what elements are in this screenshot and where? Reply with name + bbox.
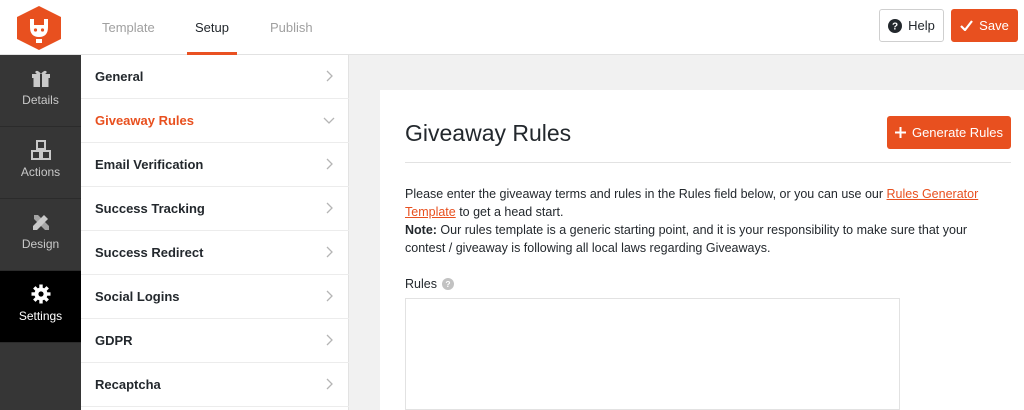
design-tools-icon <box>32 215 49 230</box>
checkmark-icon <box>960 20 974 31</box>
nav-actions-label: Actions <box>20 165 61 179</box>
left-nav: Details Actions Design Settings <box>0 55 81 410</box>
settings-item-success-tracking[interactable]: Success Tracking <box>81 187 349 231</box>
nav-actions[interactable]: Actions <box>0 127 81 199</box>
chevron-right-icon <box>326 334 333 346</box>
chevron-right-icon <box>326 158 333 170</box>
gear-icon <box>31 284 50 304</box>
rules-label-row: Rules ? <box>405 277 454 291</box>
rules-textarea[interactable] <box>405 298 900 410</box>
settings-item-general[interactable]: General <box>81 55 349 99</box>
divider <box>405 162 1011 163</box>
save-button[interactable]: Save <box>951 9 1018 42</box>
gift-icon <box>31 70 50 87</box>
settings-item-label: Giveaway Rules <box>95 113 194 128</box>
help-label: Help <box>908 18 935 33</box>
nav-design-label: Design <box>21 237 60 251</box>
settings-item-label: Social Logins <box>95 289 180 304</box>
settings-menu: General Giveaway Rules Email Verificatio… <box>81 55 349 410</box>
description-text-end: to get a head start. <box>455 205 564 219</box>
page-title: Giveaway Rules <box>405 120 572 146</box>
tab-setup[interactable]: Setup <box>187 0 237 55</box>
settings-item-social-logins[interactable]: Social Logins <box>81 275 349 319</box>
settings-item-label: Recaptcha <box>95 377 161 392</box>
save-label: Save <box>979 18 1009 33</box>
nav-details[interactable]: Details <box>0 55 81 127</box>
chevron-right-icon <box>326 70 333 82</box>
rafflepress-logo-icon[interactable] <box>14 5 64 51</box>
settings-item-label: Success Redirect <box>95 245 204 260</box>
question-circle-icon[interactable]: ? <box>441 278 454 290</box>
rules-label: Rules <box>405 277 437 291</box>
svg-text:?: ? <box>445 279 450 289</box>
question-circle-icon: ? <box>888 18 903 33</box>
settings-item-gdpr[interactable]: GDPR <box>81 319 349 363</box>
chevron-right-icon <box>326 378 333 390</box>
settings-item-email-verification[interactable]: Email Verification <box>81 143 349 187</box>
nav-design[interactable]: Design <box>0 199 81 271</box>
tab-publish[interactable]: Publish <box>270 0 313 55</box>
settings-item-label: Email Verification <box>95 157 204 172</box>
settings-item-success-redirect[interactable]: Success Redirect <box>81 231 349 275</box>
description-text: Please enter the giveaway terms and rule… <box>405 187 887 201</box>
nav-settings[interactable]: Settings <box>0 271 81 343</box>
chevron-right-icon <box>326 202 333 214</box>
boxes-icon <box>30 140 51 160</box>
settings-item-giveaway-rules[interactable]: Giveaway Rules <box>81 99 349 143</box>
chevron-down-icon <box>323 117 335 124</box>
nav-settings-label: Settings <box>18 309 63 323</box>
chevron-right-icon <box>326 246 333 258</box>
note-label: Note: <box>405 223 437 237</box>
main-panel: Giveaway Rules Generate Rules Please ent… <box>380 90 1024 410</box>
settings-item-recaptcha[interactable]: Recaptcha <box>81 363 349 407</box>
nav-details-label: Details <box>22 93 59 107</box>
generate-rules-label: Generate Rules <box>911 125 1004 140</box>
help-button[interactable]: ? Help <box>879 9 944 42</box>
note-text: Our rules template is a generic starting… <box>405 223 968 255</box>
settings-item-label: Success Tracking <box>95 201 205 216</box>
tab-template[interactable]: Template <box>102 0 155 55</box>
svg-text:?: ? <box>892 21 898 32</box>
chevron-right-icon <box>326 290 333 302</box>
plus-icon <box>894 127 906 138</box>
settings-item-label: General <box>95 69 144 84</box>
generate-rules-button[interactable]: Generate Rules <box>887 116 1011 149</box>
top-bar: Template Setup Publish ? Help Save <box>0 0 1024 55</box>
rules-description: Please enter the giveaway terms and rule… <box>405 185 985 257</box>
settings-item-label: GDPR <box>95 333 133 348</box>
